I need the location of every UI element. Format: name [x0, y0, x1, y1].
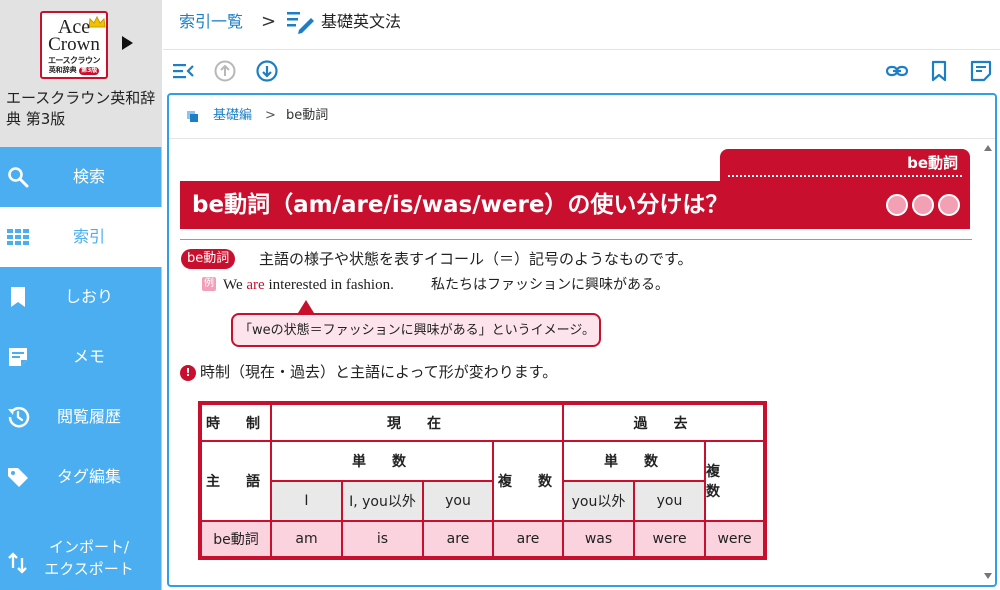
- table-cell-form: are: [423, 521, 493, 557]
- table-cell-subject: you: [423, 481, 493, 521]
- table-cell-subject: I: [271, 481, 342, 521]
- table-header-singular: 単 数: [563, 441, 705, 481]
- term-badge: be動詞: [181, 249, 236, 269]
- sidebar-item-label: しおり: [64, 287, 113, 306]
- logo-line-2: Crown: [48, 34, 100, 55]
- dictionary-title: エースクラウン英和辞典 第3版: [6, 89, 156, 128]
- conjugation-table: 時 制 現 在 過 去 主 語 単 数 複 数 単 数 複 数 I I, you…: [198, 401, 767, 560]
- sidebar-item-label: 閲覧履歴: [56, 407, 121, 426]
- table-header-plural: 複 数: [705, 441, 764, 521]
- table-cell-form: was: [563, 521, 634, 557]
- sidebar-item-label: インポート/ エクスポート: [44, 538, 134, 578]
- sidebar-item-search[interactable]: 検索: [0, 147, 162, 207]
- sidebar-item-bookmarks[interactable]: しおり: [0, 267, 162, 327]
- level-dot-icon: [938, 194, 960, 216]
- divider: [180, 239, 972, 240]
- table-header-plural: 複 数: [493, 441, 563, 521]
- toc-collapse-icon[interactable]: [171, 59, 195, 83]
- table-header-present: 現 在: [271, 404, 563, 441]
- note-text: 時制（現在・過去）と主語によって形が変わります。: [200, 363, 558, 381]
- logo-line-4: 英和辞典 第3版: [48, 66, 100, 75]
- grammar-book-icon: [287, 12, 314, 34]
- logo-line-3: エースクラウン: [47, 56, 101, 65]
- bookmark-icon[interactable]: [927, 59, 951, 83]
- exclamation-icon: !: [180, 365, 196, 381]
- header-bar: 索引一覧 > 基礎英文法: [163, 0, 1000, 50]
- bookmark-icon: [11, 287, 25, 307]
- divider: [728, 175, 962, 177]
- example-mark: 例: [202, 277, 216, 291]
- grid-icon: [7, 229, 29, 245]
- callout-text: 「weの状態＝ファッションに興味がある」というイメージ。: [239, 323, 595, 338]
- level-dot-icon: [886, 194, 908, 216]
- sidebar-item-label: メモ: [72, 347, 105, 366]
- title-banner: be動詞（am/are/is/was/were）の使い分けは？: [180, 181, 970, 229]
- sidebar-item-index[interactable]: 索引: [0, 207, 162, 267]
- tag-icon: [8, 468, 28, 487]
- breadcrumb-current: be動詞: [286, 108, 329, 123]
- scroll-up-arrow-icon[interactable]: [984, 145, 992, 151]
- callout-box: 「weの状態＝ファッションに興味がある」というイメージ。: [231, 313, 601, 347]
- table-cell-subject: you: [634, 481, 705, 521]
- content-panel: 基礎編 > be動詞 be動詞 be動詞（am/are/is/was/were）…: [167, 93, 997, 587]
- sidebar-item-label: タグ編集: [56, 467, 121, 486]
- dictionary-header[interactable]: Ace Crown エースクラウン 英和辞典 第3版 エースクラウン英和辞典 第…: [0, 0, 162, 147]
- breadcrumb-current: 基礎英文法: [321, 12, 402, 31]
- table-header-singular: 単 数: [271, 441, 493, 481]
- content-breadcrumb: 基礎編 > be動詞: [169, 95, 995, 139]
- breadcrumb-basic-link[interactable]: 基礎編: [213, 107, 252, 125]
- table-cell-subject: you以外: [563, 481, 634, 521]
- memo-icon[interactable]: [969, 59, 993, 83]
- table-cell-form: am: [271, 521, 342, 557]
- example-japanese: 私たちはファッションに興味がある。: [431, 277, 669, 293]
- table-cell-form: are: [493, 521, 563, 557]
- highlighted-word: are: [246, 277, 265, 293]
- example-english: We are interested in fashion.: [223, 277, 394, 293]
- history-icon: [8, 406, 30, 428]
- table-header-subject: 主 語: [201, 441, 271, 521]
- section-tag: be動詞: [720, 149, 970, 181]
- sidebar: Ace Crown エースクラウン 英和辞典 第3版 エースクラウン英和辞典 第…: [0, 0, 162, 590]
- table-cell-subject: I, you以外: [342, 481, 423, 521]
- arrow-down-icon[interactable]: [255, 59, 279, 83]
- sidebar-item-label: 索引: [72, 227, 105, 246]
- callout-pointer: [298, 300, 314, 313]
- pages-icon: [187, 111, 198, 122]
- sidebar-item-history[interactable]: 閲覧履歴: [0, 387, 162, 447]
- breadcrumb-separator: >: [265, 108, 276, 123]
- sidebar-item-label: 検索: [72, 167, 105, 186]
- search-icon: [8, 167, 29, 188]
- table-cell-form: is: [342, 521, 423, 557]
- import-export-icon: [8, 552, 27, 574]
- edition-badge: 第3版: [79, 67, 100, 75]
- section-tag-label: be動詞: [907, 154, 958, 172]
- dictionary-logo: Ace Crown エースクラウン 英和辞典 第3版: [40, 11, 108, 79]
- table-cell-form: were: [634, 521, 705, 557]
- sidebar-item-import-export[interactable]: インポート/ エクスポート: [0, 527, 162, 587]
- page-title: be動詞（am/are/is/was/were）の使い分けは？: [192, 192, 729, 218]
- table-header-past: 過 去: [563, 404, 764, 441]
- sidebar-item-tag-edit[interactable]: タグ編集: [0, 447, 162, 507]
- memo-icon: [9, 348, 27, 366]
- sidebar-item-memo[interactable]: メモ: [0, 327, 162, 387]
- link-icon[interactable]: [885, 59, 909, 83]
- level-dot-icon: [912, 194, 934, 216]
- table-cell-form: were: [705, 521, 764, 557]
- play-icon[interactable]: [122, 36, 133, 50]
- arrow-up-icon[interactable]: [213, 59, 237, 83]
- scroll-down-arrow-icon[interactable]: [984, 573, 992, 579]
- breadcrumb-index-link[interactable]: 索引一覧: [179, 11, 243, 33]
- breadcrumb-separator: >: [261, 11, 277, 32]
- table-header-tense: 時 制: [201, 404, 271, 441]
- scrollbar[interactable]: [981, 139, 995, 585]
- table-row-label: be動詞: [201, 521, 271, 557]
- toolbar: [163, 50, 1000, 92]
- term-description: 主語の様子や状態を表すイコール（＝）記号のようなものです。: [259, 250, 693, 268]
